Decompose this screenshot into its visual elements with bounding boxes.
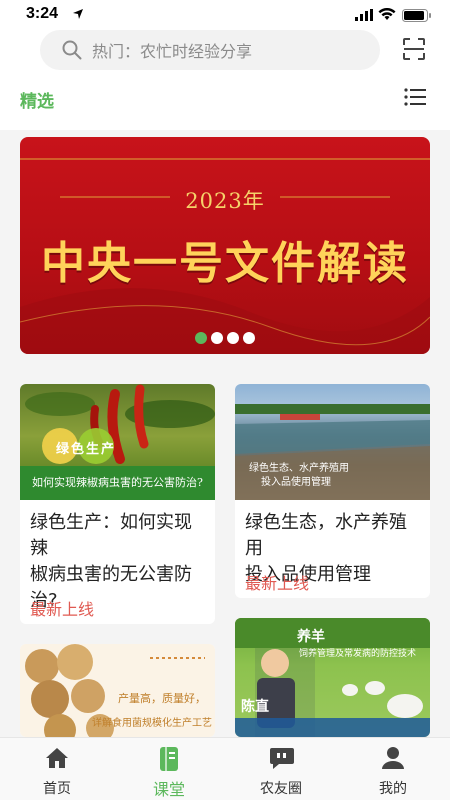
carousel-dots <box>20 332 430 344</box>
tab-label: 我的 <box>379 781 407 797</box>
course-thumbnail: 绿色生产 如何实现辣椒病虫害的无公害防治? <box>20 384 215 500</box>
thumbnail-caption-line: 投入品使用管理 <box>261 477 331 488</box>
tab-label: 首页 <box>43 781 71 797</box>
thumbnail-person: 陈直 <box>241 699 269 715</box>
thumbnail-text: 详解食用菌规模化生产工艺 <box>92 718 212 729</box>
tab-profile[interactable]: 我的 <box>348 738 438 800</box>
tab-label: 课堂 <box>152 780 185 799</box>
carousel-dot[interactable] <box>227 332 239 344</box>
carousel-dot[interactable] <box>211 332 223 344</box>
new-badge: 最新上线 <box>245 574 310 593</box>
bottom-tab-bar: 首页 课堂 农友圈 我的 <box>0 737 450 800</box>
banner-carousel[interactable]: 2023年 中央一号文件解读 <box>20 137 430 354</box>
thumbnail-text: 产量高，质量好， <box>118 692 206 705</box>
sheep-illustration <box>235 618 430 737</box>
location-arrow-icon <box>73 9 83 19</box>
book-icon <box>160 747 178 771</box>
thumbnail-title: 饲养管理及常发病的防控技术 <box>299 649 417 659</box>
thumbnail-tag: 绿色生产 <box>56 442 117 457</box>
course-card[interactable]: 绿色生态、水产养殖用 投入品使用管理 绿色生态，水产养殖用 投入品使用管理 最新… <box>235 384 430 598</box>
header: 热门：农忙时经验分享 精选 <box>0 30 450 130</box>
carousel-dot[interactable] <box>195 332 207 344</box>
search-placeholder: 热门：农忙时经验分享 <box>92 42 253 61</box>
scan-icon[interactable] <box>403 38 425 60</box>
search-bar[interactable]: 热门：农忙时经验分享 <box>40 30 380 70</box>
tab-home[interactable]: 首页 <box>12 738 102 800</box>
cellular-signal-icon <box>355 9 373 21</box>
course-title-line: 绿色生态，水产养殖用 <box>245 512 407 559</box>
banner-title: 中央一号文件解读 <box>41 238 409 289</box>
course-title-line: 椒病虫害的无公害防 <box>30 564 192 585</box>
thumbnail-title: 养羊 <box>297 629 325 645</box>
list-menu-icon[interactable] <box>404 88 426 106</box>
battery-icon <box>402 9 431 22</box>
search-icon <box>62 40 82 60</box>
thumbnail-caption: 绿色生态、水产养殖用 投入品使用管理 <box>249 462 349 490</box>
thumbnail-caption-line: 绿色生态、水产养殖用 <box>249 463 349 474</box>
course-card[interactable]: 绿色生产 如何实现辣椒病虫害的无公害防治? 绿色生产：如何实现辣 椒病虫害的无公… <box>20 384 215 624</box>
course-card[interactable]: 养羊 饲养管理及常发病的防控技术 陈直 <box>235 618 430 737</box>
course-thumbnail: 产量高，质量好， 详解食用菌规模化生产工艺 <box>20 644 215 737</box>
course-title-line: 绿色生产：如何实现辣 <box>30 512 192 559</box>
home-icon <box>46 748 68 768</box>
banner-year: 2023年 <box>185 189 265 213</box>
chat-icon <box>270 748 294 769</box>
tab-classroom[interactable]: 课堂 <box>124 738 214 800</box>
new-badge: 最新上线 <box>30 600 95 619</box>
carousel-dot[interactable] <box>243 332 255 344</box>
course-card[interactable]: 产量高，质量好， 详解食用菌规模化生产工艺 <box>20 644 215 737</box>
tab-label: 农友圈 <box>260 781 302 797</box>
wifi-icon <box>378 8 396 20</box>
course-thumbnail: 养羊 饲养管理及常发病的防控技术 陈直 <box>235 618 430 737</box>
tab-farmer-circle[interactable]: 农友圈 <box>236 738 326 800</box>
tab-featured[interactable]: 精选 <box>20 87 54 112</box>
course-thumbnail: 绿色生态、水产养殖用 投入品使用管理 <box>235 384 430 500</box>
status-time: 3:24 <box>26 5 59 22</box>
status-bar: 3:24 <box>0 0 450 30</box>
profile-icon <box>382 747 404 769</box>
thumbnail-caption: 如何实现辣椒病虫害的无公害防治? <box>32 476 203 489</box>
